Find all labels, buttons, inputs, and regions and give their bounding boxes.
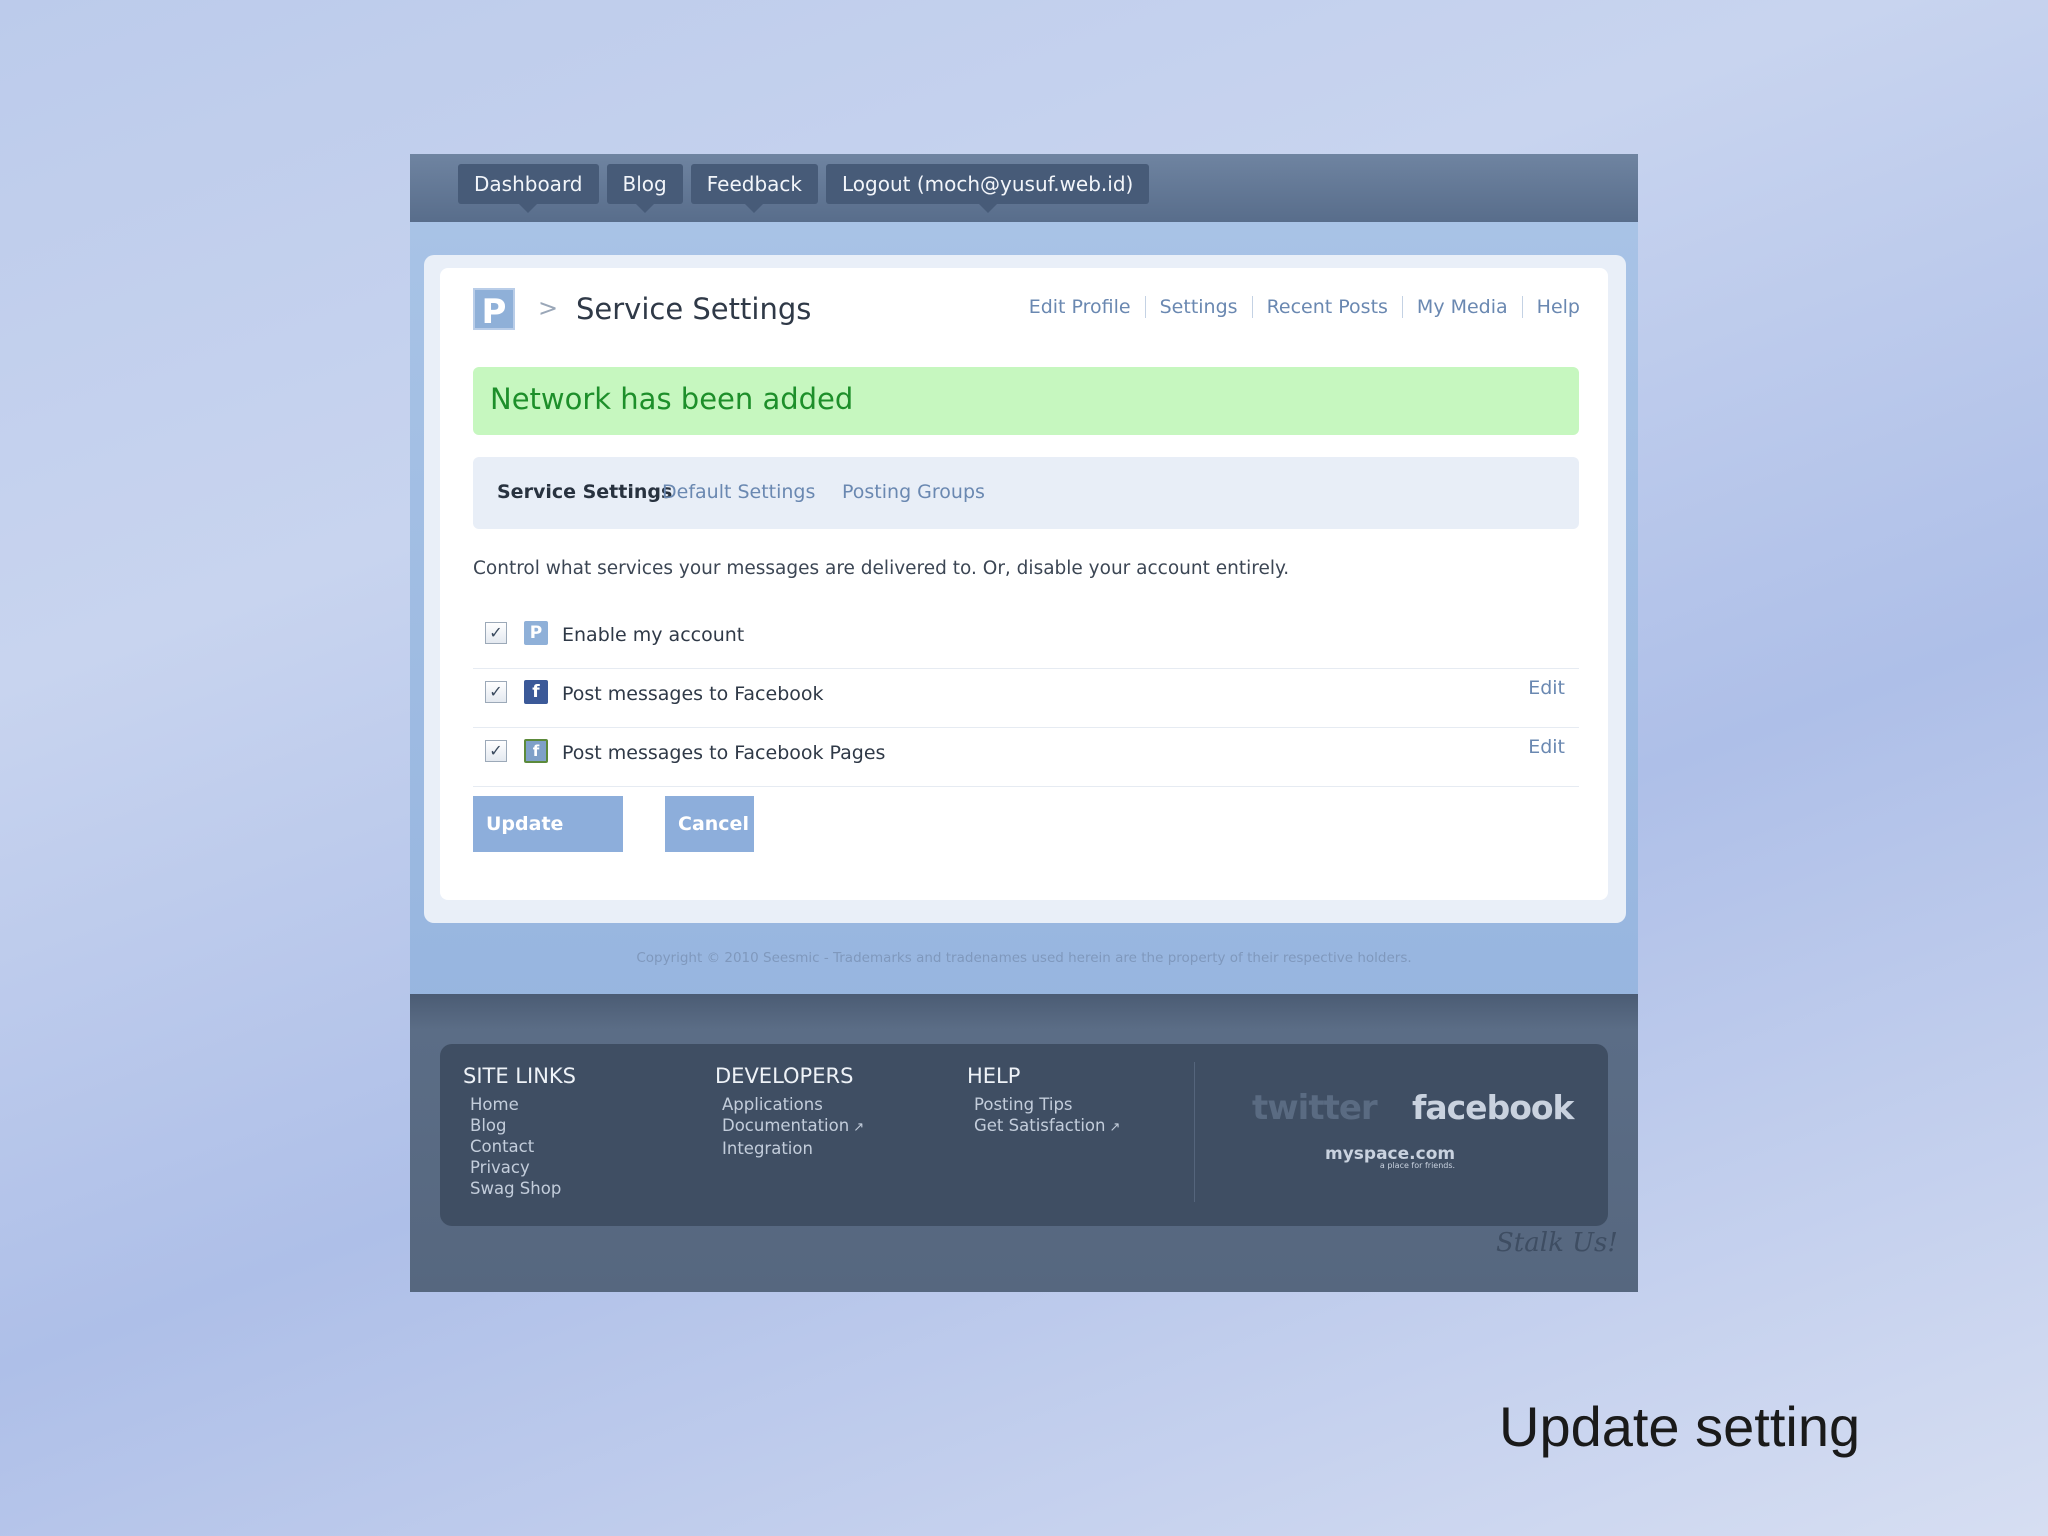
top-nav-bar: Dashboard Blog Feedback Logout (moch@yus…: [410, 154, 1638, 222]
service-row: ✓ f Post messages to Facebook Edit: [473, 669, 1579, 728]
my-media-link[interactable]: My Media: [1401, 296, 1522, 318]
footer-link-label: Get Satisfaction: [974, 1116, 1106, 1135]
footer-developers: DEVELOPERS Applications Documentation ↗ I…: [715, 1064, 864, 1159]
app-screenshot: Dashboard Blog Feedback Logout (moch@yus…: [410, 154, 1638, 1292]
edit-profile-link[interactable]: Edit Profile: [1015, 296, 1145, 318]
edit-facebook-pages-link[interactable]: Edit: [1528, 736, 1565, 758]
service-row: ✓ f Post messages to Facebook Pages Edit: [473, 728, 1579, 787]
settings-tabs: Service Settings Default Settings Postin…: [473, 457, 1579, 529]
footer-help: HELP Posting Tips Get Satisfaction ↗: [967, 1064, 1120, 1138]
footer-link-integration[interactable]: Integration: [722, 1138, 864, 1159]
footer-heading: HELP: [967, 1064, 1021, 1088]
myspace-logo[interactable]: myspace.com a place for friends.: [1325, 1144, 1455, 1170]
success-banner: Network has been added: [473, 367, 1579, 435]
slide-caption: Update setting: [1499, 1395, 1861, 1458]
edit-facebook-link[interactable]: Edit: [1528, 677, 1565, 699]
description-text: Control what services your messages are …: [473, 558, 1290, 579]
copyright-text: Copyright © 2010 Seesmic - Trademarks an…: [636, 950, 1412, 966]
stalk-us-text: Stalk Us!: [1496, 1228, 1618, 1258]
cancel-button[interactable]: Cancel: [665, 796, 754, 852]
footer-link-swag-shop[interactable]: Swag Shop: [470, 1178, 576, 1199]
service-list: ✓ P Enable my account ✓ f Post messages …: [473, 610, 1579, 787]
service-label: Post messages to Facebook: [562, 683, 824, 705]
service-label: Enable my account: [562, 624, 745, 646]
external-link-icon: ↗: [853, 1120, 865, 1135]
external-link-icon: ↗: [1109, 1120, 1121, 1135]
nav-feedback[interactable]: Feedback: [690, 164, 818, 213]
enable-account-checkbox[interactable]: ✓: [485, 622, 507, 644]
posterous-icon: P: [524, 621, 548, 645]
account-links: Edit Profile Settings Recent Posts My Me…: [1015, 296, 1580, 318]
facebook-logo[interactable]: facebook: [1412, 1088, 1574, 1127]
settings-card: P > Service Settings Edit Profile Settin…: [440, 268, 1608, 900]
page-title: Service Settings: [576, 292, 812, 326]
nav-dashboard[interactable]: Dashboard: [458, 164, 599, 213]
footer-link-home[interactable]: Home: [470, 1094, 576, 1115]
footer-heading: DEVELOPERS: [715, 1064, 854, 1088]
footer-link-privacy[interactable]: Privacy: [470, 1157, 576, 1178]
service-row: ✓ P Enable my account: [473, 610, 1579, 669]
update-settings-button[interactable]: Update Settings: [473, 796, 623, 891]
logo-icon[interactable]: P: [473, 288, 515, 332]
facebook-icon: f: [524, 680, 548, 704]
tab-service-settings[interactable]: Service Settings: [497, 481, 672, 503]
footer-divider: [1194, 1062, 1195, 1202]
footer-panel: SITE LINKS Home Blog Contact Privacy Swa…: [440, 1044, 1608, 1226]
tab-default-settings[interactable]: Default Settings: [662, 481, 815, 503]
help-link[interactable]: Help: [1521, 296, 1580, 318]
service-label: Post messages to Facebook Pages: [562, 742, 886, 764]
footer-link-contact[interactable]: Contact: [470, 1136, 576, 1157]
footer-link-blog[interactable]: Blog: [470, 1115, 576, 1136]
main-nav: Dashboard Blog Feedback Logout (moch@yus…: [458, 164, 1150, 213]
footer-link-get-satisfaction[interactable]: Get Satisfaction ↗: [974, 1115, 1120, 1138]
nav-logout[interactable]: Logout (moch@yusuf.web.id): [825, 164, 1150, 213]
facebook-pages-checkbox[interactable]: ✓: [485, 740, 507, 762]
tab-posting-groups[interactable]: Posting Groups: [842, 481, 985, 503]
settings-link[interactable]: Settings: [1144, 296, 1252, 318]
facebook-checkbox[interactable]: ✓: [485, 681, 507, 703]
facebook-pages-icon: f: [524, 739, 548, 763]
footer-link-posting-tips[interactable]: Posting Tips: [974, 1094, 1120, 1115]
footer-link-documentation[interactable]: Documentation ↗: [722, 1115, 864, 1138]
footer-heading: SITE LINKS: [463, 1064, 576, 1088]
recent-posts-link[interactable]: Recent Posts: [1251, 296, 1402, 318]
twitter-logo[interactable]: twitter: [1252, 1088, 1378, 1128]
footer-site-links: SITE LINKS Home Blog Contact Privacy Swa…: [463, 1064, 576, 1199]
footer-link-label: Documentation: [722, 1116, 850, 1135]
success-message: Network has been added: [490, 382, 854, 416]
nav-blog[interactable]: Blog: [606, 164, 683, 213]
breadcrumb-separator: >: [538, 294, 559, 322]
footer-link-applications[interactable]: Applications: [722, 1094, 864, 1115]
